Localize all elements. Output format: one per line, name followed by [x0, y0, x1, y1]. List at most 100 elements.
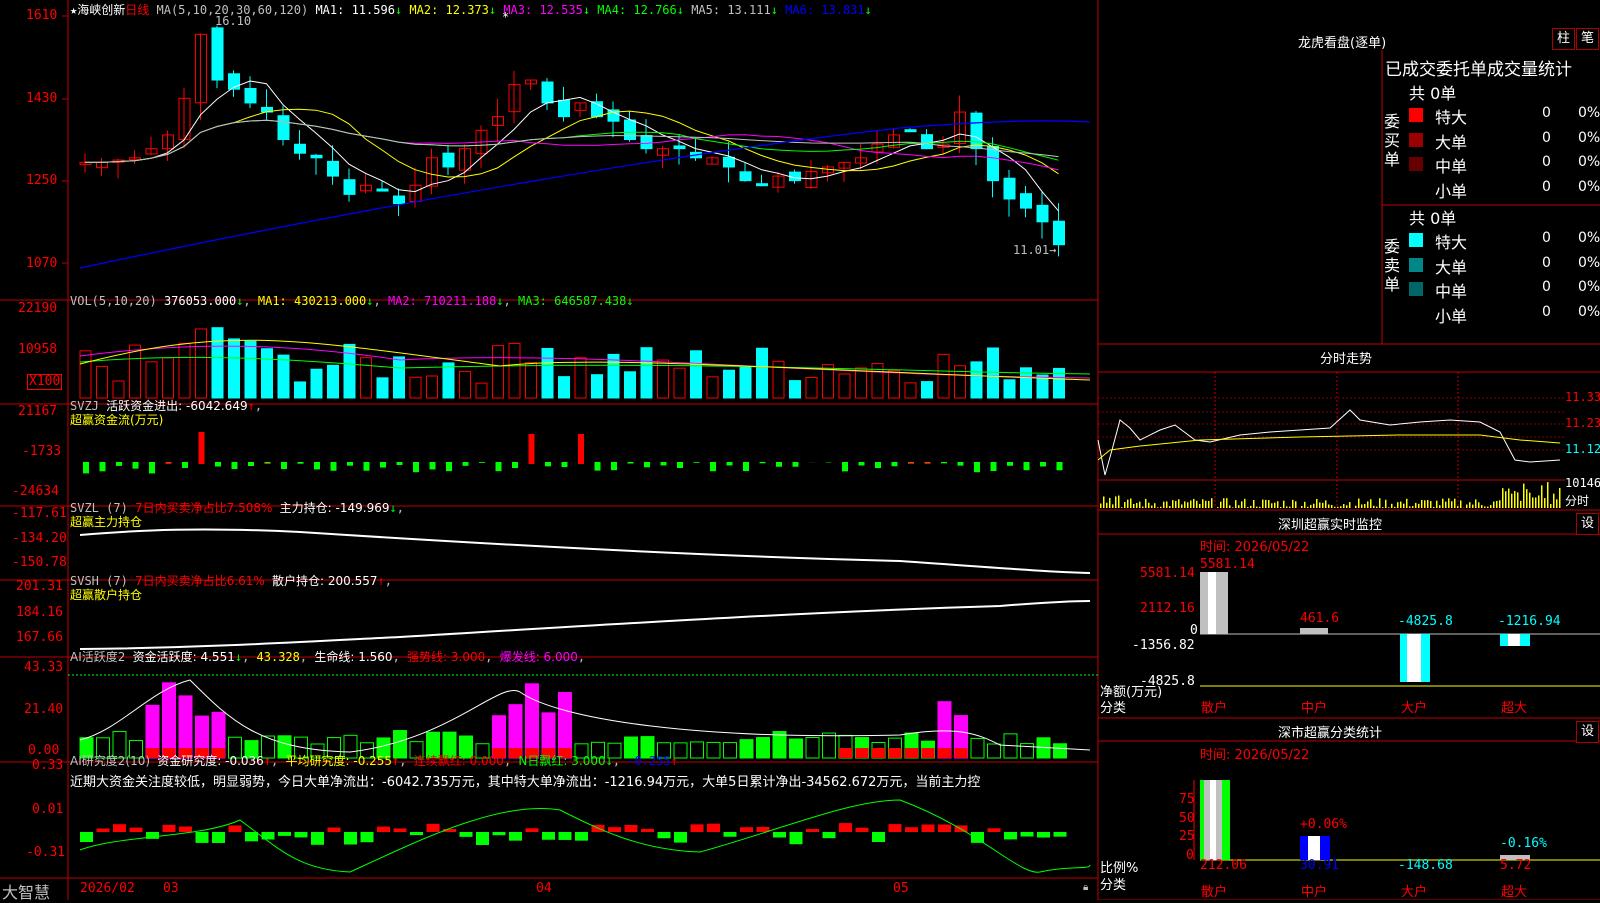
research-bar	[179, 827, 192, 832]
intraday-axis-1: 11.33	[1565, 390, 1600, 404]
flow-bar	[562, 462, 568, 467]
candle	[1054, 221, 1065, 244]
intraday-vol-bar	[1166, 501, 1168, 508]
candle	[328, 161, 339, 176]
activity-bar	[1054, 744, 1067, 758]
sz-stat-value-1: 212.06	[1200, 858, 1247, 873]
activity-base	[839, 748, 852, 758]
color-swatch	[1409, 133, 1423, 147]
color-swatch	[1409, 282, 1423, 296]
volume-bar	[559, 377, 570, 398]
intraday-vol-bar	[1355, 506, 1357, 508]
intraday-vol-bar	[1475, 499, 1477, 508]
research-bar	[938, 825, 951, 832]
volume-bar	[922, 382, 933, 398]
intraday-vol-bar	[1217, 507, 1219, 508]
intraday-vol-bar	[1310, 505, 1312, 508]
volume-bar	[592, 375, 603, 398]
ma-legend-item: MA2: 12.373	[409, 3, 488, 17]
research-bar	[691, 824, 704, 832]
volume-bar	[839, 374, 850, 398]
brand-label: 大智慧	[2, 879, 50, 903]
color-swatch	[1409, 157, 1423, 171]
flow-bar	[875, 462, 881, 468]
intraday-vol-bar	[1190, 500, 1192, 508]
color-swatch	[1409, 108, 1423, 122]
candle	[641, 135, 652, 148]
sz-monitor-settings-button[interactable]: 设	[1576, 513, 1599, 535]
volume-bar	[493, 346, 504, 398]
intraday-vol-bar	[1205, 501, 1207, 508]
ai1-axis-3: 0.00	[28, 743, 59, 758]
vol-unit-badge[interactable]: X100	[27, 374, 62, 390]
research-bar	[361, 832, 374, 842]
lhb-header: 已成交委托单成交量统计	[1385, 55, 1572, 80]
sz-monitor-value-3: -4825.8	[1398, 614, 1453, 629]
sz-monitor-value-2: 461.6	[1300, 611, 1339, 626]
flow-bar	[892, 462, 898, 466]
intraday-vol-bar	[1469, 502, 1471, 508]
bar-mode-button[interactable]: 柱	[1552, 28, 1575, 50]
sz-stat-value-4: 5.72	[1500, 858, 1531, 873]
sz-monitor-axis-1: 5581.14	[1140, 566, 1195, 581]
flow-bar	[974, 462, 980, 472]
intraday-vol-bar	[1268, 500, 1270, 508]
intraday-vol-bar	[1100, 504, 1102, 508]
sz-stat-settings-button[interactable]: 设	[1576, 721, 1599, 743]
flow-bar	[644, 462, 650, 467]
intraday-vol-tag: 分时	[1565, 492, 1589, 509]
flow-bar	[1040, 462, 1046, 466]
candle	[1021, 194, 1032, 208]
research-bar	[988, 828, 1001, 832]
sz-monitor-cat-3: 大户	[1401, 697, 1427, 716]
activity-base	[938, 748, 951, 758]
vol-legend: VOL(5,10,20) 376053.000↓, MA1: 430213.00…	[70, 294, 634, 308]
candle	[724, 157, 735, 167]
candle	[988, 146, 999, 180]
volume-bar	[196, 329, 207, 398]
intraday-vol-bar	[1142, 507, 1144, 508]
price-axis-1: 1610	[26, 8, 57, 23]
intraday-vol-bar	[1340, 506, 1342, 508]
research-bar	[311, 832, 324, 845]
volume-bar	[212, 328, 223, 398]
research-bar	[674, 832, 687, 843]
volume-bar	[427, 376, 438, 398]
activity-bar	[691, 742, 704, 758]
intraday-vol-bar	[1442, 499, 1444, 508]
vol-axis-2: 10958	[18, 342, 57, 357]
candle	[971, 113, 982, 149]
candle	[245, 88, 256, 102]
ma-legend-item: MA5: 13.111	[691, 3, 770, 17]
lock-icon[interactable]: 🔒︎	[1083, 882, 1088, 893]
intraday-vol-bar	[1505, 491, 1507, 508]
svzl-axis-2: -134.20	[12, 531, 67, 546]
intraday-vol-bar	[1436, 501, 1438, 508]
tick-mode-button[interactable]: 笔	[1576, 28, 1599, 50]
research-bar	[641, 829, 654, 832]
intraday-vol-bar	[1325, 500, 1327, 508]
ma-line	[85, 81, 1059, 211]
ai1-legend: AI活跃度2 资金活跃度: 4.551↓, 43.328, 生命线: 1.560…	[70, 648, 585, 665]
research-bar	[658, 832, 671, 838]
flow-bar	[463, 462, 469, 466]
volume-bar	[740, 367, 751, 398]
flow-bar	[364, 462, 370, 471]
intraday-vol-bar	[1418, 504, 1420, 508]
activity-bar	[988, 744, 1001, 758]
flow-bar	[265, 462, 271, 463]
flow-bar	[298, 462, 304, 464]
intraday-vol-bar	[1370, 499, 1372, 508]
intraday-vol-bar	[1523, 484, 1525, 508]
research-bar	[790, 832, 803, 844]
volume-bar	[377, 378, 388, 398]
candle	[922, 135, 933, 149]
research-bar	[377, 827, 390, 832]
flow-bar	[133, 462, 139, 469]
price-axis-2: 1430	[26, 91, 57, 106]
research-bar	[839, 823, 852, 832]
intraday-vol-bar	[1124, 502, 1126, 508]
intraday-vol-bar	[1496, 501, 1498, 508]
intraday-vol-bar	[1187, 502, 1189, 508]
period-label[interactable]: 日线	[125, 3, 149, 17]
